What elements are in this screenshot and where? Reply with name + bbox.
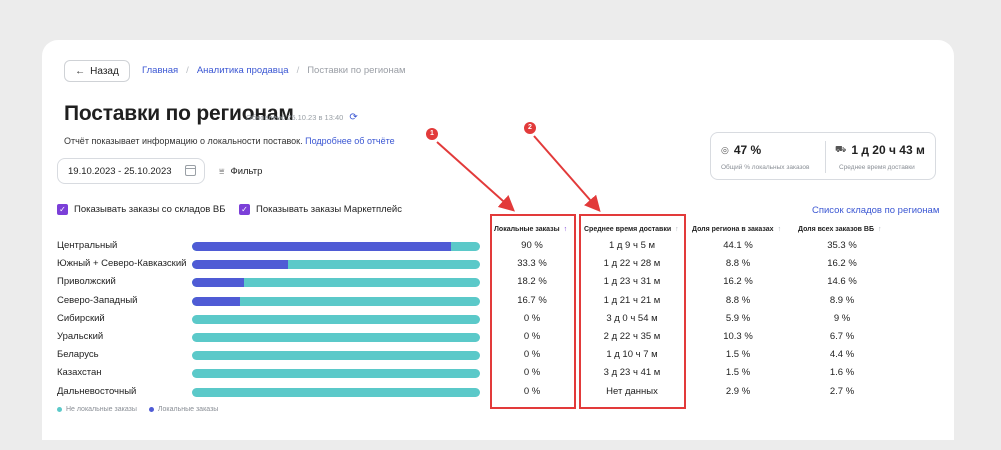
summary-panel: ◎ 47 % Общий % локальных заказов ⛟ 1 д 2… [710, 132, 936, 180]
cell-wb-share: 16.2 % [827, 258, 857, 270]
description-text: Отчёт показывает информацию о локальност… [64, 136, 303, 146]
date-range-value: 19.10.2023 - 25.10.2023 [68, 165, 172, 177]
column-header-wb-share[interactable]: Доля всех заказов ВБ ↑ [798, 226, 882, 233]
column-header-region-share-label: Доля региона в заказах [692, 226, 774, 233]
local-orders-bar [192, 333, 480, 342]
checkbox-marketplace[interactable]: ✓ Показывать заказы Маркетплейс [239, 204, 402, 215]
local-share-number: 47 % [733, 143, 762, 157]
cell-region-share: 8.8 % [725, 258, 751, 270]
avg-delivery-label: Среднее время доставки [839, 164, 915, 171]
local-share-label: Общий % локальных заказов [721, 164, 810, 171]
legend-item-non-local: Не локальные заказы [57, 406, 137, 413]
region-name: Южный + Северо-Кавказский [57, 258, 187, 270]
breadcrumb: Главная / Аналитика продавца / Поставки … [142, 65, 406, 76]
cell-wb-share: 35.3 % [827, 240, 857, 251]
back-button[interactable]: ← Назад [64, 60, 130, 82]
cell-wb-share: 9 % [833, 312, 851, 324]
cell-region-share: 5.9 % [725, 312, 751, 324]
column-header-region-share[interactable]: Доля региона в заказах ↑ [692, 226, 781, 233]
cell-region-share: 8.8 % [725, 294, 751, 306]
filter-label: Фильтр [230, 166, 263, 177]
report-details-link[interactable]: Подробнее об отчёте [305, 136, 395, 146]
local-orders-bar [192, 369, 480, 379]
refresh-icon[interactable]: ⟳ [349, 112, 357, 123]
checkmark-icon: ✓ [57, 204, 68, 215]
cell-region-share: 2.9 % [725, 385, 751, 397]
local-orders-bar [192, 242, 480, 251]
filter-icon: ⩸ [219, 166, 225, 176]
local-orders-bar [192, 278, 480, 288]
region-name: Уральский [57, 331, 104, 342]
breadcrumb-current: Поставки по регионам [307, 65, 406, 76]
local-orders-bar-fill [192, 296, 241, 306]
checkbox-wb-label: Показывать заказы со складов ВБ [74, 204, 226, 215]
local-orders-bar [192, 260, 480, 270]
breadcrumb-analytics[interactable]: Аналитика продавца [197, 65, 289, 76]
local-orders-bar [192, 314, 480, 324]
region-name: Центральный [57, 240, 118, 251]
summary-divider [825, 141, 826, 173]
cell-wb-share: 6.7 % [829, 331, 855, 342]
legend-local-label: Локальные заказы [157, 406, 219, 413]
target-icon: ◎ [721, 144, 729, 155]
checkmark-icon: ✓ [239, 204, 250, 215]
cell-wb-share: 14.6 % [827, 276, 857, 288]
cell-wb-share: 2.7 % [829, 385, 855, 397]
region-name: Приволжский [57, 276, 116, 288]
updated-info: Обновлено 25.10.23 в 13:40 ⟳ [246, 112, 358, 123]
cell-region-share: 16.2 % [723, 276, 753, 288]
cell-wb-share: 8.9 % [829, 294, 855, 306]
sort-arrow-icon: ↑ [878, 226, 882, 233]
back-label: Назад [90, 65, 119, 77]
updated-text: Обновлено 25.10.23 в 13:40 [246, 113, 344, 122]
arrow-left-icon: ← [75, 65, 86, 77]
legend-item-local: Локальные заказы [148, 406, 219, 413]
highlight-box-local [490, 214, 576, 409]
region-name: Сибирский [57, 312, 105, 324]
cell-wb-share: 1.6 % [829, 367, 855, 379]
cell-region-share: 1.5 % [725, 367, 751, 379]
annotation-badge-1: 1 [426, 128, 438, 140]
page-description: Отчёт показывает информацию о локальност… [64, 136, 395, 146]
main-card: ← Назад Главная / Аналитика продавца / П… [42, 40, 954, 440]
highlight-box-delivery [579, 214, 686, 409]
calendar-icon [185, 165, 196, 176]
region-name: Беларусь [57, 349, 99, 361]
local-orders-bar-fill [192, 278, 245, 288]
avg-delivery-number: 1 д 20 ч 43 м [851, 143, 925, 157]
warehouses-by-region-link[interactable]: Список складов по регионам [812, 205, 939, 216]
cell-region-share: 1.5 % [725, 349, 751, 361]
cell-region-share: 10.3 % [723, 331, 753, 342]
local-orders-bar-fill [192, 242, 452, 251]
legend-dot-icon [148, 407, 154, 412]
filter-button[interactable]: ⩸ Фильтр [219, 166, 262, 177]
region-name: Северо-Западный [57, 294, 138, 306]
truck-icon: ⛟ [835, 144, 847, 154]
cell-region-share: 44.1 % [723, 240, 753, 251]
date-range-picker[interactable]: 19.10.2023 - 25.10.2023 [57, 158, 205, 184]
chart-legend: Не локальные заказы Локальные заказы [57, 406, 218, 413]
breadcrumb-separator: / [186, 65, 189, 76]
legend-dot-icon [57, 407, 62, 412]
local-share-value: ◎ 47 % [721, 143, 761, 157]
local-orders-bar [192, 351, 480, 361]
region-name: Казахстан [57, 367, 102, 379]
breadcrumb-separator: / [296, 65, 300, 76]
local-orders-bar-fill [192, 260, 288, 270]
sort-arrow-icon: ↑ [777, 226, 782, 233]
cell-wb-share: 4.4 % [829, 349, 855, 361]
legend-non-local-label: Не локальные заказы [66, 406, 137, 413]
column-header-wb-share-label: Доля всех заказов ВБ [798, 226, 874, 233]
breadcrumb-home[interactable]: Главная [142, 65, 178, 76]
annotation-badge-2: 2 [524, 122, 536, 134]
checkbox-mp-label: Показывать заказы Маркетплейс [256, 204, 402, 215]
region-name: Дальневосточный [57, 385, 137, 397]
avg-delivery-value: ⛟ 1 д 20 ч 43 м [835, 143, 925, 157]
local-orders-bar [192, 296, 480, 306]
checkbox-wb-warehouses[interactable]: ✓ Показывать заказы со складов ВБ [57, 204, 226, 215]
local-orders-bar [192, 387, 480, 397]
